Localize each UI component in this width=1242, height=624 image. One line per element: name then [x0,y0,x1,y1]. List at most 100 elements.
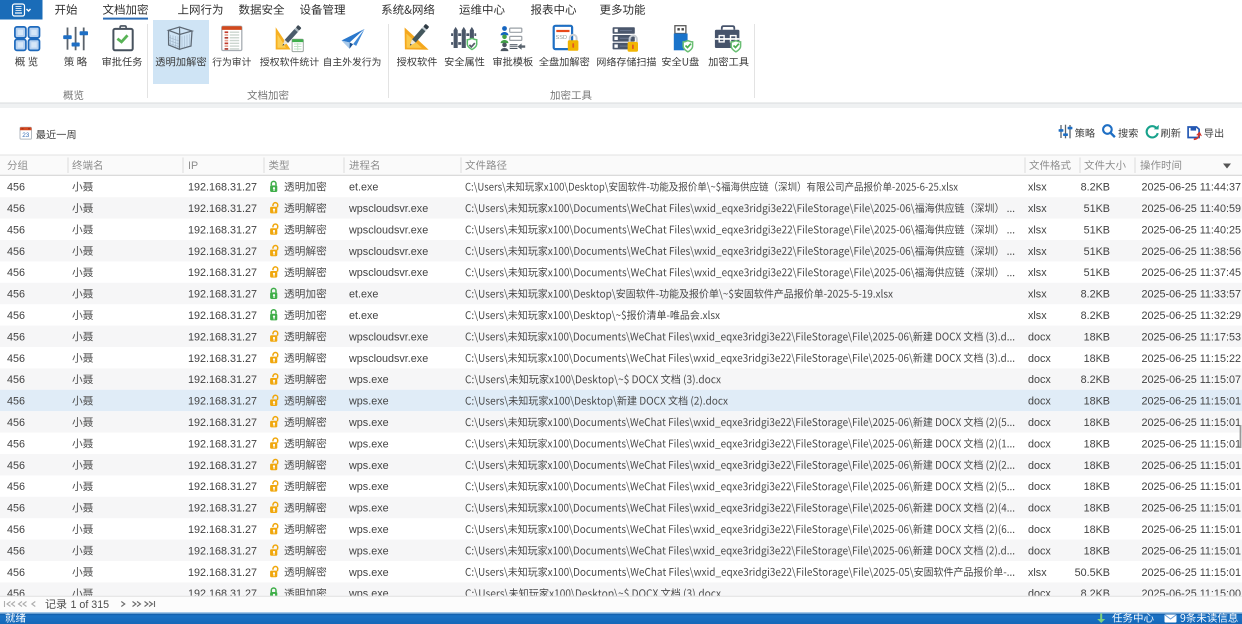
svg-text:IP: IP [188,160,198,172]
svg-text:50.5KB: 50.5KB [1075,567,1110,579]
svg-text:docx: docx [1028,524,1051,536]
svg-text:2025-06-25 11:33:57: 2025-06-25 11:33:57 [1142,289,1241,301]
svg-text:192.168.31.27: 192.168.31.27 [188,224,257,236]
svg-text:2025-06-25 11:40:59: 2025-06-25 11:40:59 [1142,203,1241,215]
svg-text:docx: docx [1028,417,1051,429]
svg-text:18KB: 18KB [1084,396,1110,408]
svg-text:192.168.31.27: 192.168.31.27 [188,353,257,365]
svg-text:192.168.31.27: 192.168.31.27 [188,460,257,472]
svg-text:456: 456 [7,203,25,215]
svg-text:51KB: 51KB [1084,224,1110,236]
svg-text:SSD: SSD [556,35,568,41]
svg-text:wpscloudsvr.exe: wpscloudsvr.exe [348,246,428,258]
svg-text:2025-06-25 11:15:01: 2025-06-25 11:15:01 [1142,545,1241,557]
svg-text:18KB: 18KB [1084,460,1110,472]
svg-text:wpscloudsvr.exe: wpscloudsvr.exe [348,353,428,365]
svg-text:docx: docx [1028,503,1051,515]
svg-text:2025-06-25 11:17:53: 2025-06-25 11:17:53 [1142,331,1241,343]
svg-text:456: 456 [7,396,25,408]
svg-text:456: 456 [7,246,25,258]
svg-text:2025-06-25 11:15:01: 2025-06-25 11:15:01 [1142,460,1241,472]
svg-text:et.exe: et.exe [349,289,378,301]
svg-text:456: 456 [7,503,25,515]
svg-text:456: 456 [7,481,25,493]
svg-text:18KB: 18KB [1084,524,1110,536]
svg-text:xlsx: xlsx [1028,310,1047,322]
svg-text:docx: docx [1028,460,1051,472]
svg-text:2025-06-25 11:32:29: 2025-06-25 11:32:29 [1142,310,1241,322]
svg-text:wps.exe: wps.exe [348,524,389,536]
svg-text:456: 456 [7,438,25,450]
svg-text:2025-06-25 11:15:01: 2025-06-25 11:15:01 [1142,524,1241,536]
svg-text:8.2KB: 8.2KB [1081,374,1110,386]
svg-text:wps.exe: wps.exe [348,417,389,429]
svg-text:192.168.31.27: 192.168.31.27 [188,396,257,408]
svg-text:docx: docx [1028,353,1051,365]
svg-text:51KB: 51KB [1084,267,1110,279]
svg-text:456: 456 [7,374,25,386]
svg-text:xlsx: xlsx [1028,267,1047,279]
svg-text:2025-06-25 11:37:45: 2025-06-25 11:37:45 [1142,267,1241,279]
svg-text:456: 456 [7,417,25,429]
svg-text:2025-06-25 11:15:01: 2025-06-25 11:15:01 [1142,567,1241,579]
svg-text:wps.exe: wps.exe [348,503,389,515]
svg-text:et.exe: et.exe [349,182,378,194]
svg-text:23: 23 [22,132,30,139]
svg-text:456: 456 [7,545,25,557]
svg-text:2025-06-25 11:15:01: 2025-06-25 11:15:01 [1142,481,1241,493]
svg-text:2025-06-25 11:15:07: 2025-06-25 11:15:07 [1142,374,1241,386]
svg-text:192.168.31.27: 192.168.31.27 [188,203,257,215]
svg-text:wpscloudsvr.exe: wpscloudsvr.exe [348,203,428,215]
svg-text:wps.exe: wps.exe [348,396,389,408]
svg-text:xlsx: xlsx [1028,203,1047,215]
svg-text:2025-06-25 11:44:37: 2025-06-25 11:44:37 [1142,182,1241,194]
svg-text:18KB: 18KB [1084,438,1110,450]
svg-text:et.exe: et.exe [349,310,378,322]
svg-text:456: 456 [7,460,25,472]
svg-text:456: 456 [7,310,25,322]
svg-text:192.168.31.27: 192.168.31.27 [188,417,257,429]
svg-text:192.168.31.27: 192.168.31.27 [188,374,257,386]
svg-text:192.168.31.27: 192.168.31.27 [188,289,257,301]
svg-text:18KB: 18KB [1084,503,1110,515]
svg-text:192.168.31.27: 192.168.31.27 [188,310,257,322]
svg-text:456: 456 [7,567,25,579]
svg-text:2025-06-25 11:38:56: 2025-06-25 11:38:56 [1142,246,1241,258]
svg-text:8.2KB: 8.2KB [1081,182,1110,194]
svg-text:xlsx: xlsx [1028,182,1047,194]
svg-text:2025-06-25 11:15:01: 2025-06-25 11:15:01 [1142,417,1241,429]
svg-text:192.168.31.27: 192.168.31.27 [188,567,257,579]
svg-text:docx: docx [1028,331,1051,343]
svg-text:2025-06-25 11:15:01: 2025-06-25 11:15:01 [1142,396,1241,408]
svg-text:192.168.31.27: 192.168.31.27 [188,246,257,258]
svg-text:wps.exe: wps.exe [348,460,389,472]
svg-text:wps.exe: wps.exe [348,567,389,579]
svg-text:wps.exe: wps.exe [348,374,389,386]
svg-text:18KB: 18KB [1084,481,1110,493]
svg-text:2025-06-25 11:15:22: 2025-06-25 11:15:22 [1142,353,1241,365]
svg-text:xlsx: xlsx [1028,289,1047,301]
svg-text:456: 456 [7,524,25,536]
svg-text:xlsx: xlsx [1028,246,1047,258]
svg-text:192.168.31.27: 192.168.31.27 [188,438,257,450]
svg-text:456: 456 [7,289,25,301]
svg-text:18KB: 18KB [1084,353,1110,365]
svg-text:2025-06-25 11:15:01: 2025-06-25 11:15:01 [1142,438,1241,450]
svg-text:wps.exe: wps.exe [348,438,389,450]
svg-text:18KB: 18KB [1084,417,1110,429]
svg-text:docx: docx [1028,438,1051,450]
svg-text:192.168.31.27: 192.168.31.27 [188,481,257,493]
svg-text:456: 456 [7,267,25,279]
svg-text:192.168.31.27: 192.168.31.27 [188,331,257,343]
svg-text:456: 456 [7,331,25,343]
svg-text:docx: docx [1028,481,1051,493]
svg-text:18KB: 18KB [1084,331,1110,343]
svg-text:8.2KB: 8.2KB [1081,310,1110,322]
svg-text:192.168.31.27: 192.168.31.27 [188,267,257,279]
svg-text:456: 456 [7,224,25,236]
svg-text:51KB: 51KB [1084,203,1110,215]
svg-text:xlsx: xlsx [1028,224,1047,236]
svg-text:2025-06-25 11:40:25: 2025-06-25 11:40:25 [1142,224,1241,236]
svg-text:xlsx: xlsx [1028,567,1047,579]
svg-text:1 of 315: 1 of 315 [71,599,110,611]
